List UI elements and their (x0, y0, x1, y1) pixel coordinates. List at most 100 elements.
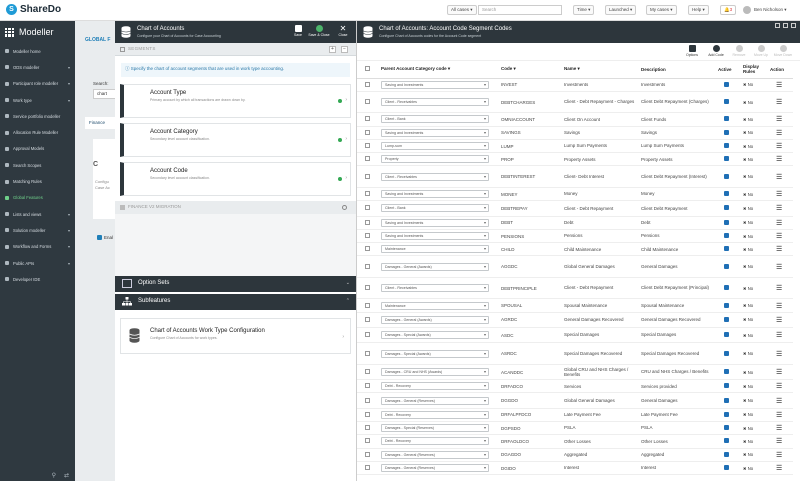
row-checkbox[interactable] (365, 129, 370, 135)
table-row[interactable]: Damages - General (Reserves)DGAGDOAggreg… (357, 448, 793, 462)
table-row[interactable]: Damages - Special (Reserves)DGPSDOPSLAPS… (357, 421, 793, 436)
global-search-input[interactable]: Search (478, 5, 562, 15)
move-down-button[interactable]: Move Down (773, 45, 793, 57)
sidebar-item-service-portfolio[interactable]: Service portfolio modeller (0, 108, 75, 124)
table-row[interactable]: Debt - Recovery DRFADCOServicesServices p… (357, 379, 793, 394)
parent-category-select[interactable]: Saving and Investments (381, 190, 489, 199)
hamburger-menu-icon[interactable]: ☰ (776, 116, 782, 123)
table-row[interactable]: Saving and InvestmentsPENSIONSPensionsPe… (357, 229, 793, 244)
table-row[interactable]: Damages - CRU and NHS (Awards) ACANDDCGlo… (357, 364, 793, 381)
table-row[interactable]: Debt - RecoveryDRFAOLDCOOther LossesOthe… (357, 434, 793, 449)
active-checkbox[interactable] (724, 129, 729, 135)
active-checkbox[interactable] (724, 465, 729, 471)
row-checkbox[interactable] (365, 205, 370, 211)
parent-category-select[interactable]: Debt - Recovery (381, 410, 489, 419)
row-checkbox[interactable] (365, 285, 370, 291)
active-checkbox[interactable] (724, 191, 729, 197)
table-row[interactable]: Damages - General (Awards)AGRDCGeneral D… (357, 312, 793, 329)
row-checkbox[interactable] (365, 156, 370, 162)
parent-category-select[interactable]: Saving and Investments (381, 232, 489, 241)
work-type-config-card[interactable]: Chart of Accounts Work Type Configuratio… (120, 318, 351, 354)
hamburger-menu-icon[interactable]: ☰ (776, 130, 782, 137)
sidebar-item-ods-modeller[interactable]: ODS modeller ▾ (0, 59, 75, 75)
sidebar-item-work-type[interactable]: Work type ▾ (0, 92, 75, 108)
active-checkbox[interactable] (724, 116, 729, 122)
table-row[interactable]: Saving and InvestmentsDEBTDebtDebt✖ No☰ (357, 216, 793, 230)
parent-category-select[interactable]: Damages - Special (Awards) (381, 331, 489, 340)
sidebar-item-developer-ide[interactable]: Developer IDE (0, 271, 75, 287)
subfeatures-bar[interactable]: Subfeatures ⌃ (115, 294, 356, 310)
row-checkbox[interactable] (365, 438, 370, 444)
hamburger-menu-icon[interactable]: ☰ (776, 156, 782, 163)
hamburger-menu-icon[interactable]: ☰ (776, 285, 782, 292)
hamburger-menu-icon[interactable]: ☰ (776, 438, 782, 445)
search-icon[interactable]: ⚲ (52, 472, 56, 479)
column-code[interactable]: Code ▾ (499, 61, 562, 79)
sidebar-item-solution-modeller[interactable]: Solution modeller ▾ (0, 222, 75, 238)
active-checkbox[interactable] (724, 263, 729, 269)
table-row[interactable]: Debt - RecoveryDRFALPFDCOLate Payment Fe… (357, 408, 793, 423)
row-checkbox[interactable] (365, 116, 370, 122)
hamburger-menu-icon[interactable]: ☰ (776, 264, 782, 271)
remove-segment-button[interactable]: − (341, 46, 348, 53)
parent-category-select[interactable]: Damages - Special (Reserves) (381, 424, 489, 433)
table-row[interactable]: MaintenanceSPOUSALSpousal MaintenanceSpo… (357, 298, 793, 313)
enable-checkbox[interactable]: Enal (97, 235, 113, 240)
parent-category-select[interactable]: Maintenance (381, 301, 489, 310)
parent-category-select[interactable]: Damages - Special (Awards) (381, 349, 489, 358)
parent-category-select[interactable]: Debt - Recovery (381, 437, 489, 446)
hamburger-menu-icon[interactable]: ☰ (776, 82, 782, 89)
hamburger-menu-icon[interactable]: ☰ (776, 99, 782, 106)
active-checkbox[interactable] (724, 246, 729, 252)
hamburger-menu-icon[interactable]: ☰ (776, 452, 782, 459)
all-cases-dropdown[interactable]: All cases ▾ (447, 5, 477, 15)
hamburger-menu-icon[interactable]: ☰ (776, 398, 782, 405)
parent-category-select[interactable]: Damages - General (Reserves) (381, 464, 489, 473)
save-close-button[interactable]: Save & Close (308, 25, 330, 37)
row-checkbox[interactable] (365, 465, 370, 471)
active-checkbox[interactable] (724, 397, 729, 403)
active-checkbox[interactable] (724, 99, 729, 105)
active-checkbox[interactable] (724, 219, 729, 225)
row-checkbox[interactable] (365, 191, 370, 197)
sidebar-item-global-features[interactable]: Global Features (0, 190, 75, 206)
parent-category-select[interactable]: Client - Receivables (381, 172, 489, 181)
active-checkbox[interactable] (724, 332, 729, 338)
hamburger-menu-icon[interactable]: ☰ (776, 412, 782, 419)
select-all-checkbox[interactable] (365, 66, 370, 72)
close-icon[interactable] (791, 23, 796, 28)
row-checkbox[interactable] (365, 316, 370, 322)
row-checkbox[interactable] (365, 411, 370, 417)
parent-category-select[interactable]: Client - Bank (381, 204, 489, 213)
move-up-button[interactable]: Move Up (751, 45, 771, 57)
hamburger-menu-icon[interactable]: ☰ (776, 191, 782, 198)
row-checkbox[interactable] (365, 233, 370, 239)
sidebar-item-workflow-forms[interactable]: Workflow and Forms ▾ (0, 239, 75, 255)
parent-category-select[interactable]: Damages - General (Reserves) (381, 396, 489, 405)
hamburger-menu-icon[interactable]: ☰ (776, 369, 782, 376)
hamburger-menu-icon[interactable]: ☰ (776, 246, 782, 253)
active-checkbox[interactable] (724, 205, 729, 211)
active-checkbox[interactable] (724, 425, 729, 431)
table-row[interactable]: Lump-sumLUMPLump Sum PaymentsLump Sum Pa… (357, 139, 793, 154)
active-checkbox[interactable] (724, 156, 729, 162)
table-row[interactable]: Damages - General (Awards) AGGDCGlobal Ge… (357, 255, 793, 278)
hamburger-menu-icon[interactable]: ☰ (776, 174, 782, 181)
row-checkbox[interactable] (365, 369, 370, 374)
user-menu[interactable]: Ben Nicholson ▾ (743, 6, 787, 14)
save-button[interactable]: Save (290, 25, 306, 37)
active-checkbox[interactable] (724, 233, 729, 239)
row-checkbox[interactable] (365, 99, 370, 105)
add-code-button[interactable]: Add Code (706, 45, 726, 57)
maximize-icon[interactable] (783, 23, 788, 28)
hamburger-menu-icon[interactable]: ☰ (776, 425, 782, 432)
column-name[interactable]: Name ▾ (562, 61, 639, 79)
row-checkbox[interactable] (365, 425, 370, 431)
parent-category-select[interactable]: Client - Receivables (381, 98, 489, 107)
table-row[interactable]: MaintenanceCHILDChild MaintenanceChild M… (357, 242, 793, 257)
logo[interactable]: S ShareDo (6, 4, 61, 15)
gear-icon[interactable] (342, 205, 347, 210)
sidebar-item-lists-views[interactable]: Lists and views ▾ (0, 206, 75, 222)
parent-category-select[interactable]: Damages - General (Awards) (381, 315, 489, 324)
table-row[interactable]: Client - Bank OMNIACCOUNTClient On Accoun… (357, 112, 793, 127)
